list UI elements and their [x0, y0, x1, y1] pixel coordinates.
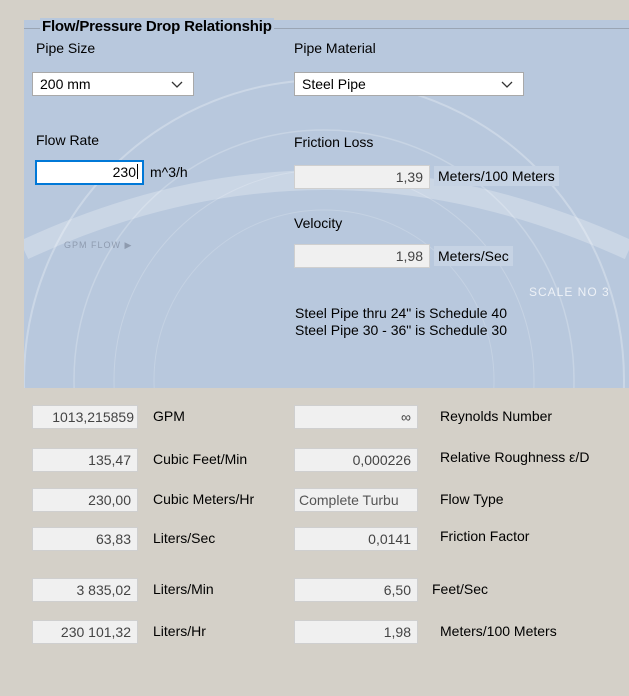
friction-factor-unit: Friction Factor	[440, 528, 530, 544]
flow-type-unit: Flow Type	[440, 491, 504, 507]
friction-loss-label: Friction Loss	[294, 134, 374, 150]
schedule-note-1: Steel Pipe thru 24" is Schedule 40	[295, 305, 507, 321]
gpm-unit: GPM	[153, 408, 185, 424]
reynolds-unit: Reynolds Number	[440, 408, 553, 424]
velocity-label: Velocity	[294, 215, 343, 231]
flow-rate-unit: m^3/h	[150, 164, 188, 180]
pipe-material-label: Pipe Material	[294, 40, 376, 56]
group-title: Flow/Pressure Drop Relationship	[40, 18, 274, 35]
lpm-unit: Liters/Min	[153, 581, 214, 597]
lph-unit: Liters/Hr	[153, 623, 206, 639]
gpm-field: 1013,215859	[32, 405, 138, 429]
pipe-size-label: Pipe Size	[36, 40, 96, 56]
flow-rate-label: Flow Rate	[36, 132, 100, 148]
roughness-field: 0,000226	[294, 448, 418, 472]
cmh-unit: Cubic Meters/Hr	[153, 491, 255, 507]
text-cursor	[137, 164, 138, 179]
roughness-unit: Relative Roughness ε/D	[440, 449, 590, 465]
cfm-unit: Cubic Feet/Min	[153, 451, 248, 467]
pipe-size-value: 200 mm	[40, 76, 91, 92]
lph-field: 230 101,32	[32, 620, 138, 644]
schedule-note-2: Steel Pipe 30 - 36" is Schedule 30	[295, 322, 507, 338]
lps-unit: Liters/Sec	[153, 530, 216, 546]
flow-type-field: Complete Turbu	[294, 488, 418, 512]
chevron-down-icon	[501, 76, 513, 95]
meters-per-100-unit: Meters/100 Meters	[440, 623, 557, 639]
friction-factor-field: 0,0141	[294, 527, 418, 551]
flow-rate-value: 230	[112, 164, 136, 180]
watermark-scale: SCALE NO 3	[529, 285, 610, 299]
friction-loss-field: 1,39	[294, 165, 430, 189]
feet-per-sec-unit: Feet/Sec	[432, 581, 489, 597]
lps-field: 63,83	[32, 527, 138, 551]
pipe-size-select[interactable]: 200 mm	[32, 72, 194, 96]
pipe-material-select[interactable]: Steel Pipe	[294, 72, 524, 96]
flow-rate-input[interactable]: 230	[35, 160, 144, 185]
velocity-unit: Meters/Sec	[434, 246, 513, 266]
chevron-down-icon	[171, 76, 183, 95]
feet-per-sec-field: 6,50	[294, 578, 418, 602]
cmh-field: 230,00	[32, 488, 138, 512]
velocity-field: 1,98	[294, 244, 430, 268]
meters-per-100-field: 1,98	[294, 620, 418, 644]
watermark-gpm-flow: GPM FLOW ▶	[64, 240, 133, 250]
cfm-field: 135,47	[32, 448, 138, 472]
lpm-field: 3 835,02	[32, 578, 138, 602]
friction-loss-unit: Meters/100 Meters	[434, 166, 559, 186]
reynolds-field: ∞	[294, 405, 418, 429]
pipe-material-value: Steel Pipe	[302, 76, 366, 92]
